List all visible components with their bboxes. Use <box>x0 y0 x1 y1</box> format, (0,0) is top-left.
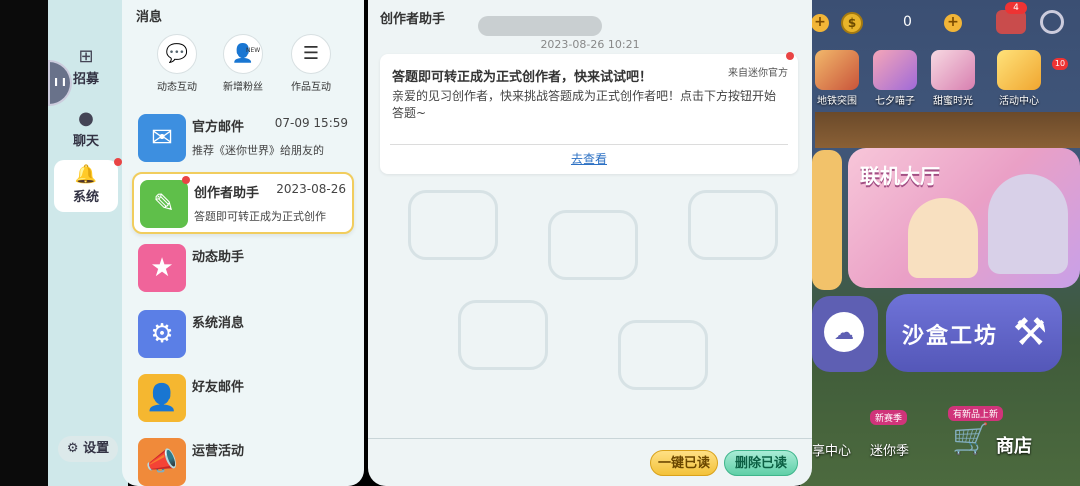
list-item-dynamic-assistant[interactable]: ★ 动态助手 <box>132 238 354 300</box>
community-button[interactable]: ☁ <box>812 296 878 372</box>
unread-dot <box>182 176 190 184</box>
megaphone-icon: 📣 <box>138 438 186 486</box>
list-item-operations[interactable]: 📣 运营活动 <box>132 432 354 486</box>
sidebar-item-system[interactable]: 🔔 系统 <box>54 160 118 212</box>
coin-icon: $ <box>841 12 863 34</box>
new-label: NEW <box>246 47 261 54</box>
pencil-ruler-icon: ✎ <box>140 180 188 228</box>
add-coin-button[interactable]: + <box>811 14 829 32</box>
settings-button[interactable]: ⚙ 设置 <box>58 436 118 462</box>
sidebar-item-chat[interactable]: ● 聊天 <box>54 104 118 156</box>
work-interaction-button[interactable]: ☰ 作品互动 <box>278 34 344 93</box>
character-boy-image <box>988 174 1068 274</box>
chat-plus-icon: 💬 <box>157 34 197 74</box>
background-pattern <box>408 190 498 260</box>
season-tag: 新赛季 <box>870 410 908 425</box>
message-body: 亲爱的见习创作者，快来挑战答题成为正式创作者吧！点击下方按钮开始答题~ <box>392 89 777 120</box>
bookmark-star-icon: ★ <box>138 244 186 292</box>
cloud-icon: ☁ <box>824 312 864 352</box>
view-link[interactable]: 去查看 <box>380 150 798 167</box>
document-list-icon: ☰ <box>291 34 331 74</box>
divider <box>390 144 788 145</box>
coin-count: 0 <box>903 14 912 30</box>
gear-icon: ⚙ <box>66 441 79 456</box>
message-list-panel: 消息 💬 动态互动 👤 NEW 新增粉丝 ☰ 作品互动 ✉ 官方邮件 07-09… <box>122 0 364 486</box>
person-mail-icon: 👤 <box>138 374 186 422</box>
bell-icon: 🔔 <box>74 164 98 185</box>
event-sweet[interactable]: 甜蜜时光 <box>928 50 978 108</box>
event-subway[interactable]: 地铁突围 <box>812 50 862 108</box>
event-row: 地铁突围 七夕喵子 甜蜜时光 活动中心 <box>812 50 1080 110</box>
list-title: 消息 <box>136 10 163 25</box>
message-source: 来自迷你官方 <box>728 68 788 79</box>
gear-icon: ⚙ <box>138 310 186 358</box>
hammer-icon: ⚒ <box>1012 310 1048 354</box>
divider <box>368 438 812 439</box>
list-item-creator-assistant[interactable]: ✎ 创作者助手 2023-08-26 答题即可转正成为正式创作 <box>132 172 354 234</box>
add-currency-button[interactable]: + <box>944 14 962 32</box>
quick-actions: 💬 动态互动 👤 NEW 新增粉丝 ☰ 作品互动 <box>122 34 364 96</box>
sandbox-label: 沙盒工坊 <box>902 324 999 349</box>
bottom-bar: 享中心 新赛季 迷你季 有新品上新 <box>812 400 1080 486</box>
building-roof <box>815 112 1080 148</box>
background-pattern <box>618 320 708 390</box>
settings-gear-icon[interactable] <box>1040 10 1064 34</box>
background-pattern <box>548 210 638 280</box>
detail-title: 创作者助手 <box>380 12 446 27</box>
list-item-system-message[interactable]: ⚙ 系统消息 <box>132 304 354 366</box>
event-qixi[interactable]: 七夕喵子 <box>870 50 920 108</box>
message-card: 答题即可转正成为正式创作者，快来试试吧！ 来自迷你官方 亲爱的见习创作者，快来挑… <box>380 52 798 174</box>
chat-bubble-icon: ● <box>78 108 94 129</box>
character-girl-image <box>908 198 978 278</box>
new-followers-button[interactable]: 👤 NEW 新增粉丝 <box>210 34 276 93</box>
mark-all-read-button[interactable]: 一键已读 <box>650 450 718 476</box>
message-date: 2023-08-26 10:21 <box>540 38 640 51</box>
shopping-cart-icon: 🛒 <box>952 422 990 457</box>
message-detail-panel: 创作者助手 2023-08-26 10:21 答题即可转正成为正式创作者，快来试… <box>368 0 812 486</box>
character-image <box>812 150 842 290</box>
list-item-official-mail[interactable]: ✉ 官方邮件 07-09 15:59 推荐《迷你世界》给朋友的 <box>132 108 354 170</box>
system-unread-dot <box>114 158 122 166</box>
person-new-icon: 👤 NEW <box>223 34 263 74</box>
dynamic-interaction-button[interactable]: 💬 动态互动 <box>144 34 210 93</box>
sandbox-workshop-button[interactable]: 沙盒工坊 ⚒ <box>886 294 1062 372</box>
mail-badge: 4 <box>1005 2 1027 14</box>
lobby-label: 联机大厅 <box>860 164 940 188</box>
share-center-button[interactable]: 享中心 <box>812 440 851 459</box>
background-pattern <box>458 300 548 370</box>
delete-read-button[interactable]: 删除已读 <box>724 450 798 476</box>
message-heading: 答题即可转正成为正式创作者，快来试试吧！ <box>392 70 653 85</box>
event-badge: 10 <box>1052 58 1068 70</box>
list-item-friend-mail[interactable]: 👤 好友邮件 <box>132 368 354 430</box>
background-pattern <box>688 190 778 260</box>
season-button[interactable]: 迷你季 <box>870 440 909 459</box>
settings-label: 设置 <box>83 441 110 456</box>
multiplayer-lobby-button[interactable]: 联机大厅 <box>848 148 1080 288</box>
shop-button[interactable]: 商店 <box>996 432 1032 458</box>
screen-edge <box>0 0 48 486</box>
pull-handle[interactable] <box>478 16 602 36</box>
shop-tag: 有新品上新 <box>948 406 1004 421</box>
event-center[interactable]: 活动中心 <box>994 50 1044 108</box>
unread-dot <box>786 52 794 60</box>
envelope-icon: ✉ <box>138 114 186 162</box>
